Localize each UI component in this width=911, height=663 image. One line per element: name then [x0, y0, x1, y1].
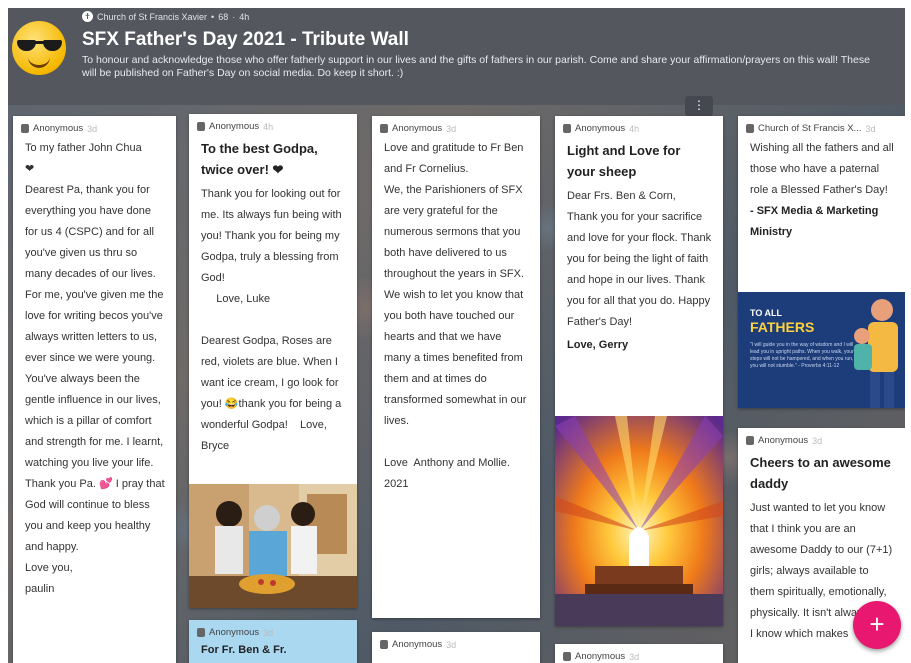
user-icon: [746, 436, 754, 445]
post-header: Anonymous 3d: [738, 428, 905, 450]
church-icon: ✝: [82, 11, 93, 22]
post-signature: - SFX Media & Marketing Ministry: [750, 205, 879, 238]
post-author: Anonymous: [575, 123, 626, 134]
post-card[interactable]: Anonymous 3d To my father John Chua ❤ De…: [13, 116, 176, 663]
meta-separator: ·: [232, 11, 236, 22]
post-header: Anonymous 4h: [555, 116, 723, 138]
post-artwork[interactable]: [555, 416, 723, 626]
like-count: 68: [218, 11, 229, 22]
post-age: 3d: [446, 123, 457, 134]
post-signature: Love, Gerry: [567, 339, 629, 351]
post-header: Anonymous 3d: [13, 116, 176, 138]
post-body: To my father John Chua ❤ Dearest Pa, tha…: [25, 142, 165, 595]
user-icon: [380, 640, 388, 649]
father-child-illustration: [854, 299, 898, 408]
post-author: Anonymous: [575, 651, 626, 662]
sunglasses-right-lens: [43, 40, 62, 51]
user-icon: [197, 628, 205, 637]
post-card[interactable]: Church of St Francis X... 3d Wishing all…: [738, 116, 905, 408]
post-age: 4h: [263, 121, 274, 132]
post-subject: To the best Godpa, twice over! ❤: [201, 141, 318, 177]
post-author: Anonymous: [209, 121, 260, 132]
post-author: Anonymous: [758, 435, 809, 446]
post-header: Anonymous 3d: [189, 620, 357, 642]
wall-description: To honour and acknowledge those who offe…: [82, 54, 870, 79]
altar-light-artwork: [555, 416, 723, 626]
banner-line2: FATHERS: [750, 319, 815, 335]
user-icon: [21, 124, 29, 133]
post-subject: For Fr. Ben & Fr.: [201, 644, 287, 656]
post-card[interactable]: Anonymous 3d: [555, 644, 723, 663]
post-age: 3d: [865, 123, 876, 134]
post-photo[interactable]: [189, 484, 357, 608]
post-age: 3d: [629, 651, 640, 662]
post-author: Anonymous: [209, 627, 260, 638]
post-banner[interactable]: TO ALL FATHERS "I will guide you in the …: [738, 292, 905, 408]
post-header: Anonymous 3d: [372, 632, 540, 654]
family-photo-image: [189, 484, 357, 608]
user-icon: [380, 124, 388, 133]
post-card[interactable]: Anonymous 3d: [372, 632, 540, 663]
post-header: Anonymous 4h: [189, 114, 357, 136]
wall-title: SFX Father's Day 2021 - Tribute Wall: [82, 29, 409, 50]
post-header: Anonymous 3d: [555, 644, 723, 663]
post-age: 3d: [812, 435, 823, 446]
post-subject: Light and Love for your sheep: [567, 143, 681, 179]
post-author: Church of St Francis X...: [758, 123, 862, 134]
owner-name[interactable]: Church of St Francis Xavier: [97, 12, 207, 22]
user-icon: [197, 122, 205, 131]
sunglasses-bridge: [34, 41, 44, 44]
column-menu-button[interactable]: ⋮: [685, 96, 713, 116]
post-body: Thank you for looking out for me. Its al…: [201, 188, 342, 452]
post-author: Anonymous: [392, 123, 443, 134]
wall-age: 4h: [239, 11, 250, 22]
post-body: Love and gratitude to Fr Ben and Fr Corn…: [384, 142, 527, 490]
post-body: Dear Frs. Ben & Corn, Thank you for your…: [567, 190, 712, 328]
post-card[interactable]: Anonymous 4h Light and Love for your she…: [555, 116, 723, 626]
smile-mouth: [28, 57, 50, 68]
sunglasses-emoji-icon: [12, 21, 66, 75]
user-icon: [746, 124, 754, 133]
post-age: 3d: [87, 123, 98, 134]
post-header: Anonymous 3d: [372, 116, 540, 138]
post-author: Anonymous: [33, 123, 84, 134]
add-post-button[interactable]: +: [853, 601, 901, 649]
post-subject: Cheers to an awesome daddy: [750, 455, 891, 491]
post-body: Wishing all the fathers and all those wh…: [750, 142, 897, 196]
banner-quote: "I will guide you in the way of wisdom a…: [750, 342, 854, 369]
post-age: 3d: [446, 639, 457, 650]
post-header: Church of St Francis X... 3d: [738, 116, 905, 138]
user-icon: [563, 124, 571, 133]
post-author: Anonymous: [392, 639, 443, 650]
post-card[interactable]: Anonymous 3d For Fr. Ben & Fr.: [189, 620, 357, 663]
post-card[interactable]: Anonymous 3d Love and gratitude to Fr Be…: [372, 116, 540, 618]
user-icon: [563, 652, 571, 661]
wall-meta: ✝ Church of St Francis Xavier • 68 · 4h: [82, 11, 249, 22]
wall-header: ✝ Church of St Francis Xavier • 68 · 4h …: [8, 8, 905, 105]
padlet-wall: ✝ Church of St Francis Xavier • 68 · 4h …: [8, 8, 905, 663]
post-age: 3d: [263, 627, 274, 638]
banner-line1: TO ALL: [750, 308, 782, 318]
post-age: 4h: [629, 123, 640, 134]
post-card[interactable]: Anonymous 4h To the best Godpa, twice ov…: [189, 114, 357, 608]
meta-dot: •: [211, 11, 215, 22]
